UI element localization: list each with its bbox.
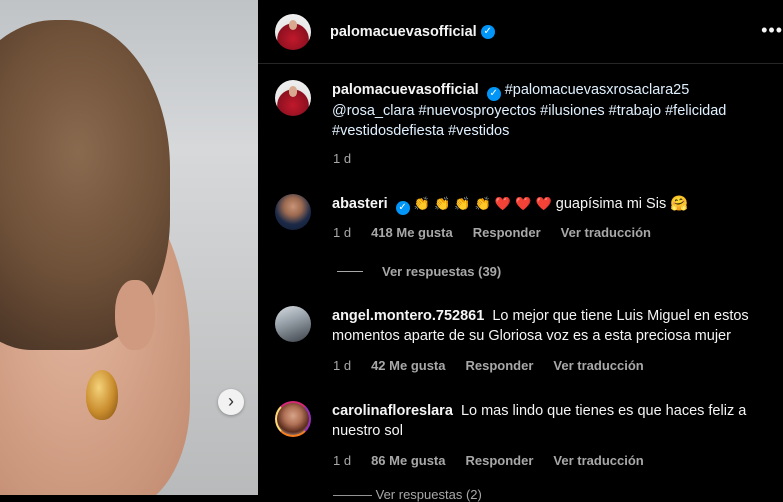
post-media: › [0,0,258,495]
caption-avatar[interactable] [275,80,311,116]
translate-button[interactable]: Ver traducción [553,358,643,373]
verified-badge-icon: ✓ [480,24,495,39]
comment-time[interactable]: 1 d [333,358,351,373]
caption-meta: 1 d [333,151,371,166]
commenter-username[interactable]: abasteri [332,196,388,212]
reply-button[interactable]: Responder [466,358,534,373]
caption-time[interactable]: 1 d [333,151,351,166]
commenter-avatar[interactable] [275,401,311,437]
photo-earring [86,370,118,420]
commenter-avatar[interactable] [275,306,311,342]
comment-likes[interactable]: 42 Me gusta [371,358,445,373]
comment-meta: 1 d 418 Me gusta Responder Ver traducció… [333,225,671,240]
verified-badge-icon: ✓ [395,201,410,215]
view-replies-button[interactable]: Ver respuestas (39) [337,264,501,279]
commenter-username[interactable]: carolinafloreslara [332,403,453,419]
commenter-avatar[interactable] [275,194,311,230]
view-replies-label: Ver respuestas (39) [382,264,502,279]
comment-likes[interactable]: 86 Me gusta [371,453,445,468]
comment-time[interactable]: 1 d [333,453,351,468]
comment-likes[interactable]: 418 Me gusta [371,225,453,240]
comment-item: carolinafloreslara Lo mas lindo que tien… [275,401,775,441]
chevron-right-icon[interactable]: › [218,389,244,415]
comment-text: guapísima mi Sis 🤗 [555,196,689,212]
comment-meta: 1 d 86 Me gusta Responder Ver traducción [333,453,664,468]
replies-divider [337,271,363,272]
commenter-username[interactable]: angel.montero.752861 [332,308,484,324]
comment-meta: 1 d 42 Me gusta Responder Ver traducción [333,358,664,373]
translate-button[interactable]: Ver traducción [553,453,643,468]
comments-pane: palomacuevasofficial ✓ ••• palomacuevaso… [258,0,783,502]
photo-ear [115,280,155,350]
comment-time[interactable]: 1 d [333,225,351,240]
reply-button[interactable]: Responder [466,453,534,468]
more-options-icon[interactable]: ••• [761,20,783,41]
author-username[interactable]: palomacuevasofficial [330,24,477,40]
verified-badge-icon: ✓ [486,87,501,101]
post-header: palomacuevasofficial ✓ ••• [258,0,783,64]
caption: palomacuevasofficial ✓ #palomacuevasxrosa… [275,80,775,141]
author-avatar[interactable] [275,13,311,50]
comment-emojis: 👏 👏 👏 👏 ❤️ ❤️ ❤️ [413,197,552,212]
reply-button[interactable]: Responder [473,225,541,240]
comment-item: angel.montero.752861 Lo mejor que tiene … [275,306,775,346]
translate-button[interactable]: Ver traducción [561,225,651,240]
caption-username[interactable]: palomacuevasofficial [332,82,479,98]
